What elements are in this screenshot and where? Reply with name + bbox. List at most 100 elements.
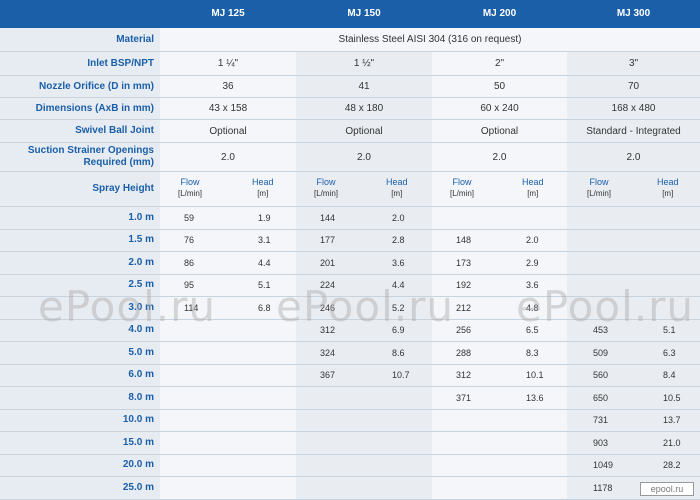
- spray-row: 2.0 m 86 4.4 201 3.6 173 2.9: [0, 252, 700, 274]
- spray-row: 20.0 m 1049 28.2: [0, 454, 700, 476]
- spec-label-inlet: Inlet BSP/NPT: [0, 52, 160, 75]
- head-value: 2.0: [392, 212, 405, 223]
- flow-subheader: Flow [L/min]: [587, 177, 612, 198]
- spray-row: 1.5 m 76 3.1 177 2.8 148 2.0: [0, 229, 700, 251]
- head-value: 6.8: [258, 302, 271, 313]
- spray-cell: [160, 342, 296, 364]
- spray-height-value: 5.0 m: [0, 342, 160, 364]
- spray-cell: 212 4.8: [432, 297, 567, 319]
- spray-row: 2.5 m 95 5.1 224 4.4 192 3.6: [0, 274, 700, 296]
- flow-subheader: Flow [L/min]: [450, 177, 475, 198]
- head-value: 2.9: [526, 257, 539, 268]
- swivel-value: Optional: [160, 120, 296, 142]
- model-header-mj200: MJ 200: [482, 8, 517, 19]
- spray-cell: [432, 432, 567, 454]
- head-value: 4.8: [526, 302, 539, 313]
- spec-row-dimensions: Dimensions (AxB in mm) 43 x 158 48 x 180…: [0, 98, 700, 119]
- spray-cell: [160, 454, 296, 476]
- spray-height-value: 20.0 m: [0, 454, 160, 476]
- flow-value: 76: [184, 235, 195, 246]
- spray-cell: 224 4.4: [296, 274, 432, 296]
- spray-cell: 246 5.2: [296, 297, 432, 319]
- flow-value: 95: [184, 280, 195, 291]
- spray-cell: 148 2.0: [432, 229, 567, 251]
- spec-row-swivel: Swivel Ball Joint Optional Optional Opti…: [0, 120, 700, 142]
- spray-cell: [160, 364, 296, 386]
- dimensions-value: 48 x 180: [296, 98, 432, 119]
- head-value: 2.8: [392, 235, 405, 246]
- spray-height-value: 2.5 m: [0, 274, 160, 296]
- head-value: 3.1: [258, 235, 271, 246]
- spray-row: 1.0 m 59 1.9 144 2.0: [0, 207, 700, 229]
- spray-cell: 453 5.1: [567, 319, 700, 341]
- flow-value: 312: [320, 325, 336, 336]
- head-value: 2.0: [526, 235, 539, 246]
- spray-cell: [296, 387, 432, 409]
- flow-value: 59: [184, 212, 195, 223]
- spray-cell: [160, 387, 296, 409]
- spray-cell: 114 6.8: [160, 297, 296, 319]
- dimensions-value: 43 x 158: [160, 98, 296, 119]
- spray-cell: [296, 409, 432, 431]
- flow-value: 212: [456, 302, 472, 313]
- spray-cell: [160, 477, 296, 499]
- table-header: MJ 125 MJ 150 MJ 200 MJ 300: [0, 0, 700, 28]
- spray-cell: 86 4.4: [160, 252, 296, 274]
- spray-height-value: 15.0 m: [0, 432, 160, 454]
- spray-cell: 76 3.1: [160, 229, 296, 251]
- spec-row-material: Material Stainless Steel AISI 304 (316 o…: [0, 28, 700, 51]
- model-header-mj300: MJ 300: [616, 8, 651, 19]
- head-value: 6.3: [663, 347, 676, 358]
- head-value: 4.4: [392, 280, 405, 291]
- head-value: 1.9: [258, 212, 271, 223]
- swivel-value: Standard - Integrated: [567, 120, 700, 142]
- head-subheader: Head [m]: [252, 177, 274, 198]
- strainer-value: 2.0: [296, 143, 432, 171]
- spray-cell: [296, 477, 432, 499]
- spray-row: 25.0 m 1178: [0, 477, 700, 499]
- spray-cell: [160, 319, 296, 341]
- strainer-label-line2: Required (mm): [83, 157, 154, 168]
- spray-cell: [567, 274, 700, 296]
- flow-value: 144: [320, 212, 336, 223]
- head-subheader: Head [m]: [386, 177, 408, 198]
- spec-label-strainer: Suction Strainer Openings Required (mm): [0, 143, 160, 171]
- flow-value: 246: [320, 302, 336, 313]
- spec-label-nozzle: Nozzle Orifice (D in mm): [0, 76, 160, 97]
- strainer-label-line1: Suction Strainer Openings: [27, 145, 154, 156]
- head-value: 5.1: [258, 280, 271, 291]
- spray-cell: 1049 28.2: [567, 454, 700, 476]
- spray-cell: 173 2.9: [432, 252, 567, 274]
- spray-height-value: 4.0 m: [0, 319, 160, 341]
- model-header-mj125: MJ 125: [211, 8, 245, 19]
- spray-row: 3.0 m 114 6.8 246 5.2 212 4.8: [0, 297, 700, 319]
- spray-height-label: Spray Height: [0, 172, 160, 206]
- spray-cell: 324 8.6: [296, 342, 432, 364]
- head-value: 10.7: [392, 370, 410, 381]
- spray-height-value: 1.5 m: [0, 229, 160, 251]
- spray-height-value: 3.0 m: [0, 297, 160, 319]
- spec-row-inlet: Inlet BSP/NPT 1 ¼" 1 ½" 2" 3": [0, 52, 700, 75]
- flow-value: 312: [456, 370, 472, 381]
- swivel-value: Optional: [432, 120, 567, 142]
- head-value: 4.4: [258, 257, 271, 268]
- flow-value: 1049: [593, 460, 614, 471]
- head-value: 13.7: [663, 415, 681, 426]
- flow-subheader: Flow [L/min]: [314, 177, 339, 198]
- nozzle-value: 50: [432, 76, 567, 97]
- spray-row: 4.0 m 312 6.9 256 6.5 453 5.1: [0, 319, 700, 341]
- flow-value: 650: [593, 392, 609, 403]
- spray-cell: 560 8.4: [567, 364, 700, 386]
- spec-row-strainer: Suction Strainer Openings Required (mm) …: [0, 143, 700, 171]
- spray-cell: 509 6.3: [567, 342, 700, 364]
- swivel-value: Optional: [296, 120, 432, 142]
- spec-label-swivel: Swivel Ball Joint: [0, 120, 160, 142]
- spec-row-nozzle: Nozzle Orifice (D in mm) 36 41 50 70: [0, 76, 700, 97]
- head-subheader: Head [m]: [522, 177, 544, 198]
- spray-cell: 650 10.5: [567, 387, 700, 409]
- inlet-value: 3": [567, 52, 700, 75]
- nozzle-value: 70: [567, 76, 700, 97]
- spray-cell: 192 3.6: [432, 274, 567, 296]
- flow-value: 86: [184, 257, 195, 268]
- spray-cell: 95 5.1: [160, 274, 296, 296]
